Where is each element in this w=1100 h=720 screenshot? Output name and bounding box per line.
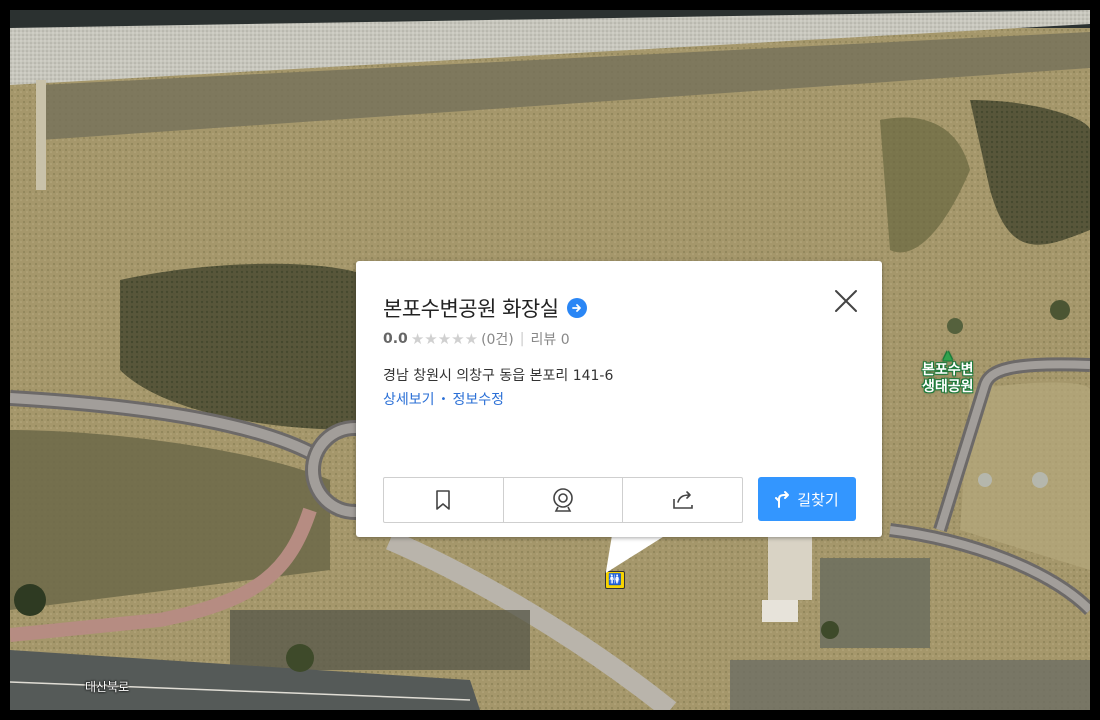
roadview-icon	[553, 488, 573, 512]
rating-count[interactable]: (0건)	[481, 329, 514, 349]
directions-label: 길찾기	[797, 490, 839, 509]
roadview-button[interactable]	[504, 478, 624, 522]
restroom-icon: 🚻	[608, 573, 622, 586]
share-button[interactable]	[623, 478, 742, 522]
directions-icon	[775, 491, 790, 508]
park-tree-icon: ▲	[943, 348, 953, 362]
rating-row: 0.0 ★★★★★ (0건) | 리뷰 0	[383, 329, 570, 349]
edit-info-link[interactable]: 정보수정	[452, 389, 504, 409]
place-title[interactable]: 본포수변공원 화장실	[383, 293, 559, 323]
place-detail-arrow-icon[interactable]	[566, 298, 587, 318]
place-links: 상세보기 • 정보수정	[383, 389, 504, 409]
road-label: 대산북로	[85, 680, 130, 694]
close-icon[interactable]	[834, 289, 858, 313]
map-window: ▲ 본포수변 생태공원 대산북로 🚻 본포수변공원 화장실 0.0 ★★★★★ …	[0, 0, 1100, 720]
place-title-row: 본포수변공원 화장실	[383, 293, 587, 323]
rating-stars: ★★★★★	[410, 330, 479, 348]
link-dot: •	[440, 393, 447, 405]
place-info-popup: 본포수변공원 화장실 0.0 ★★★★★ (0건) | 리뷰 0 경남 창원시 …	[356, 261, 882, 537]
rating-score: 0.0	[383, 331, 408, 347]
place-address: 경남 창원시 의창구 동읍 본포리 141-6	[383, 368, 614, 384]
popup-action-bar	[383, 477, 743, 523]
directions-button[interactable]: 길찾기	[758, 477, 856, 521]
park-label-line1: 본포수변	[922, 362, 974, 378]
park-label-line2: 생태공원	[922, 379, 974, 395]
share-icon	[672, 491, 693, 509]
rating-separator: |	[519, 331, 525, 347]
save-button[interactable]	[384, 478, 504, 522]
detail-link[interactable]: 상세보기	[383, 389, 435, 409]
restroom-marker[interactable]: 🚻	[605, 571, 625, 589]
park-label[interactable]: ▲ 본포수변 생태공원	[922, 348, 974, 396]
bookmark-icon	[436, 490, 451, 510]
review-count[interactable]: 리뷰 0	[531, 329, 570, 349]
